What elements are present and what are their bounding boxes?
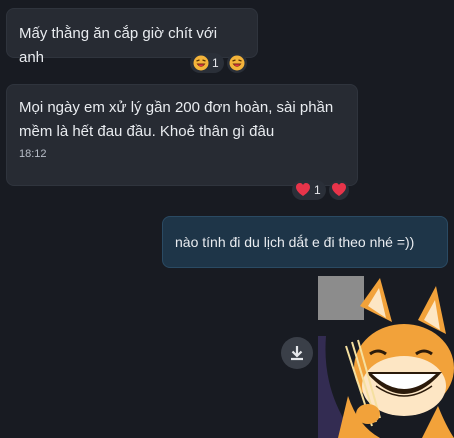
download-icon <box>291 346 303 361</box>
message-bubble-incoming[interactable]: Mọi ngày em xử lý gần 200 đơn hoàn, sài … <box>6 84 358 186</box>
message-text: Mọi ngày em xử lý gần 200 đơn hoàn, sài … <box>19 99 334 140</box>
fox-sticker-icon <box>318 276 454 438</box>
add-reaction-heart[interactable] <box>328 180 349 200</box>
fox-laughing-sticker[interactable] <box>318 276 454 438</box>
reaction-laugh[interactable]: 1 <box>190 53 224 73</box>
reaction-bar: 1 <box>292 180 349 200</box>
heart-emoji-icon <box>296 183 310 196</box>
reaction-count: 1 <box>212 56 219 70</box>
message-timestamp: 18:12 <box>19 148 47 160</box>
heart-emoji-icon <box>331 183 346 196</box>
reaction-heart[interactable]: 1 <box>292 180 326 200</box>
reaction-count: 1 <box>314 183 321 197</box>
download-button[interactable] <box>281 337 313 369</box>
message-text: nào tính đi du lịch dắt e đi theo nhé =)… <box>175 234 415 250</box>
message-bubble-incoming[interactable]: Mấy thằng ăn cắp giờ chít với anh <box>6 8 258 66</box>
laugh-emoji-icon <box>193 55 209 71</box>
add-reaction-laugh[interactable] <box>226 53 247 73</box>
laugh-emoji-icon <box>229 55 245 71</box>
message-bubble-outgoing[interactable]: nào tính đi du lịch dắt e đi theo nhé =)… <box>162 216 448 268</box>
reaction-bar: 1 <box>190 53 247 73</box>
